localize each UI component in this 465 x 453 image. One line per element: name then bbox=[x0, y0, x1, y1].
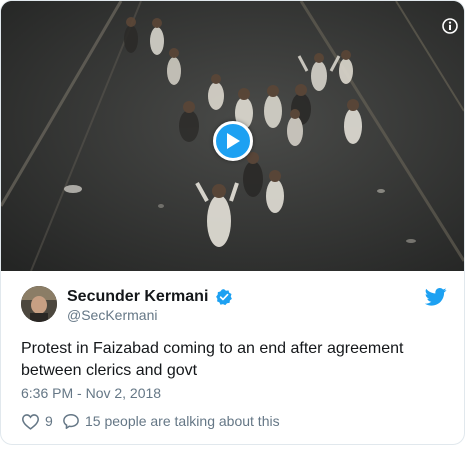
conversation-link[interactable]: 15 people are talking about this bbox=[85, 413, 280, 429]
speech-bubble-icon[interactable] bbox=[62, 413, 80, 430]
author-display-name[interactable]: Secunder Kermani bbox=[67, 288, 208, 306]
author-handle[interactable]: @SecKermani bbox=[67, 307, 157, 323]
tweet-text: Protest in Faizabad coming to an end aft… bbox=[21, 340, 404, 379]
info-icon bbox=[442, 18, 458, 34]
avatar[interactable] bbox=[21, 286, 57, 322]
embedded-tweet-card: Secunder Kermani @SecKermani Protest in … bbox=[0, 0, 465, 445]
twitter-bird-icon[interactable] bbox=[425, 287, 447, 307]
avatar-image bbox=[21, 286, 57, 322]
like-count[interactable]: 9 bbox=[45, 413, 53, 429]
video-thumbnail[interactable] bbox=[1, 1, 464, 271]
info-button[interactable] bbox=[442, 18, 458, 34]
heart-icon[interactable] bbox=[21, 413, 40, 430]
tweet-actions: 9 15 people are talking about this bbox=[21, 412, 446, 432]
play-button[interactable] bbox=[213, 121, 253, 161]
verified-badge-icon bbox=[216, 289, 232, 306]
tweet-timestamp[interactable]: 6:36 PM - Nov 2, 2018 bbox=[21, 385, 161, 401]
play-icon bbox=[227, 133, 240, 149]
tweet-author-row: Secunder Kermani @SecKermani bbox=[21, 285, 447, 325]
